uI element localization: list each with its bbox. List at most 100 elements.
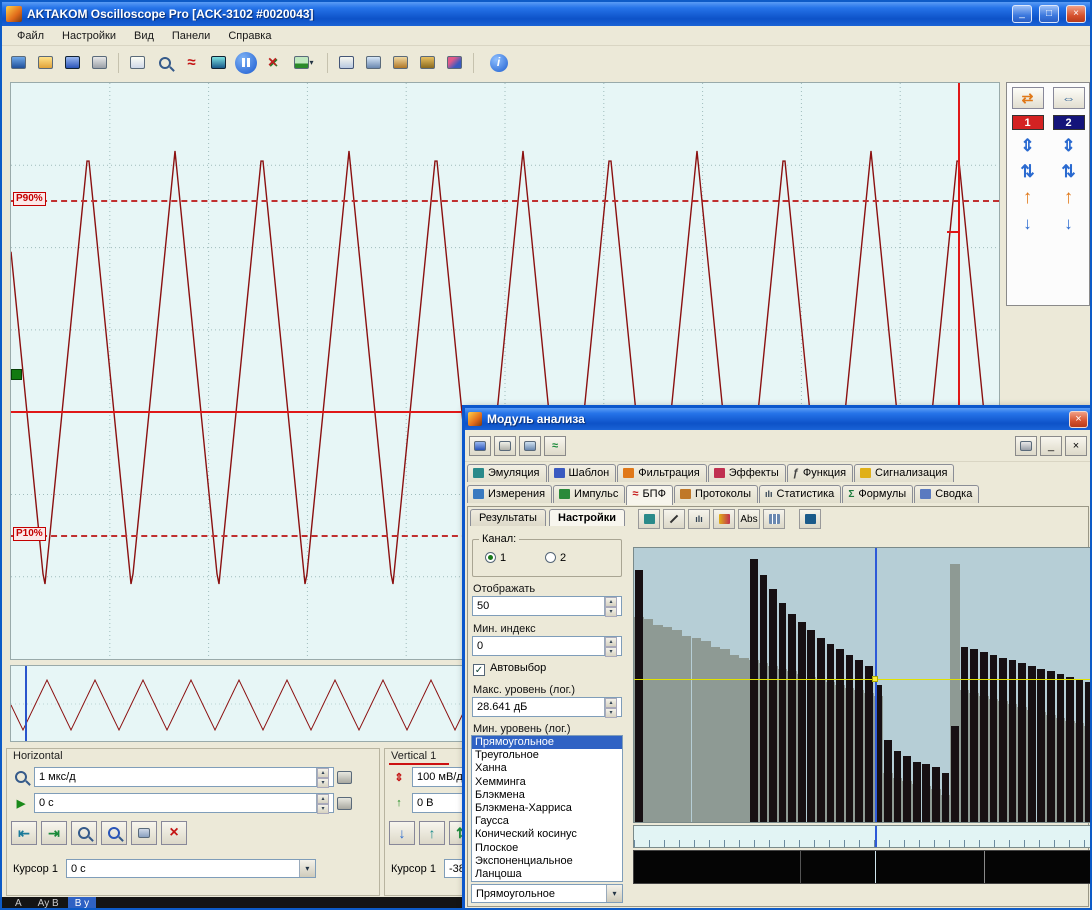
tab-emulation[interactable]: Эмуляция [467,464,547,482]
close-button[interactable]: × [1066,5,1086,23]
tab-protocols[interactable]: Протоколы [674,485,758,503]
connect-device-button[interactable] [6,50,31,75]
tab-summary[interactable]: Сводка [914,485,979,503]
display-count-spinner[interactable]: ▴▾ [604,597,617,615]
v-move-down-button[interactable]: ↓ [389,821,415,845]
combo-arrow-icon[interactable]: ▾ [299,860,315,877]
overview-cursor[interactable] [25,666,27,741]
minimize-button[interactable]: _ [1012,5,1032,23]
save-button[interactable] [60,50,85,75]
p90-marker-line[interactable] [11,200,999,202]
ch1-split-button[interactable]: ⇅ [1012,162,1044,182]
ch2-shift-down-button[interactable]: ↓ [1053,214,1085,234]
tab-effects[interactable]: Эффекты [708,464,786,482]
chart-menu-button[interactable]: ▾ [287,50,321,75]
ch2-scale-updown-button[interactable]: ⇕ [1053,136,1085,156]
min-index-spinner[interactable]: ▴▾ [604,637,617,655]
window-function-option[interactable]: Хемминга [472,776,622,789]
strip-frequency-cursor[interactable] [875,851,876,883]
fft-abs-button[interactable]: Abs [738,509,760,529]
window-function-option[interactable]: Экспоненциальное [472,855,622,868]
timebase-fine-icon[interactable] [337,771,352,784]
max-level-input[interactable]: 28.641 дБ ▴▾ [472,697,622,717]
channel2-button[interactable]: 2 [1053,115,1085,130]
dialog-link-button[interactable] [469,436,491,456]
tab-function[interactable]: ƒФункция [787,464,853,482]
subtab-results[interactable]: Результаты [470,509,546,526]
fft-level-cursor[interactable] [634,679,1092,680]
window-function-list[interactable]: Прямоугольное Треугольное Ханна Хемминга… [471,735,623,882]
image-panel-button[interactable] [442,50,467,75]
v-move-up-button[interactable]: ↑ [419,821,445,845]
maximize-button[interactable]: □ [1039,5,1059,23]
tab-statistics[interactable]: ılıСтатистика [759,485,841,503]
window-function-option[interactable]: Блэкмена [472,789,622,802]
window-function-option[interactable]: Конический косинус [472,828,622,841]
ch1-shift-up-button[interactable]: ↑ [1012,188,1044,208]
channel2-radio[interactable]: 2 [545,552,566,564]
fft-palette-button[interactable] [713,509,735,529]
window-function-option[interactable]: Ханна [472,762,622,775]
help-button[interactable]: i [486,50,511,75]
menu-help[interactable]: Справка [219,28,280,44]
ch2-shift-up-button[interactable]: ↑ [1053,188,1085,208]
settings-panel-button[interactable] [415,50,440,75]
fft-pen-button[interactable] [663,509,685,529]
display-count-input[interactable]: 50 ▴▾ [472,596,622,616]
open-file-button[interactable] [33,50,58,75]
fft-bars-button[interactable]: ılı [688,509,710,529]
max-level-spinner[interactable]: ▴▾ [604,698,617,716]
beam-tab-a-vs-b[interactable]: Ау В [31,897,66,910]
fft-spectrum-chart[interactable] [633,547,1092,823]
dialog-panel-button[interactable] [494,436,516,456]
pause-button[interactable] [233,50,258,75]
goto-start-button[interactable]: ⇤ [11,821,37,845]
zoom-fit-button[interactable] [101,821,127,845]
fft-display-button[interactable] [799,509,821,529]
window-function-option[interactable]: Гаусса [472,815,622,828]
window-function-option[interactable]: Плоское [472,842,622,855]
h-cursor-combobox[interactable]: 0 с ▾ [66,859,316,878]
window-function-option[interactable]: Блэкмена-Харриса [472,802,622,815]
tab-measurements[interactable]: Измерения [467,485,552,503]
tab-pulse[interactable]: Импульс [553,485,625,503]
ch1-scale-updown-button[interactable]: ⇕ [1012,136,1044,156]
autoselect-checkbox[interactable]: ✓Автовыбор [473,662,546,676]
dialog-print-button[interactable] [1015,436,1037,456]
signal-generator-button[interactable]: ≈ [179,50,204,75]
fft-table-button[interactable] [763,509,785,529]
channel1-radio[interactable]: 1 [485,552,506,564]
offset-fine-icon[interactable] [337,797,352,810]
window-function-option[interactable]: Прямоугольное [472,736,622,749]
fft-zoom-strip[interactable] [633,850,1092,884]
channel1-ground-marker[interactable] [11,369,22,380]
print-button[interactable] [87,50,112,75]
tab-fft[interactable]: ≈БПФ [626,485,673,505]
analysis-panel-button[interactable] [388,50,413,75]
offset-spinner[interactable]: ▴▾ [316,794,329,812]
dialog-spectrum-button[interactable]: ≈ [544,436,566,456]
display-settings-button[interactable] [206,50,231,75]
overview-frequency-cursor[interactable] [875,826,877,847]
mixer-button[interactable]: × [260,50,285,75]
ch1-shift-down-button[interactable]: ↓ [1012,214,1044,234]
timebase-spinner[interactable]: ▴▾ [316,768,329,786]
copy-protocol-button[interactable] [125,50,150,75]
info-panel-button[interactable] [334,50,359,75]
tab-template[interactable]: Шаблон [548,464,617,482]
window-function-option[interactable]: Ланцоша [472,868,622,881]
dialog-close-button2[interactable]: × [1065,436,1087,456]
fft-grid-button[interactable] [638,509,660,529]
preview-button[interactable] [152,50,177,75]
expand-button[interactable]: ⇔ [1053,87,1085,109]
dialog-probe-button[interactable] [519,436,541,456]
invert-button[interactable]: ⇄ [1012,87,1044,109]
tab-filtering[interactable]: Фильтрация [617,464,706,482]
fft-frequency-cursor[interactable] [875,548,877,822]
combo-arrow-icon[interactable]: ▾ [606,885,622,902]
beam-tab-a[interactable]: А [8,897,29,910]
tab-formulas[interactable]: ΣФормулы [842,485,913,503]
window-function-combobox[interactable]: Прямоугольное ▾ [471,884,623,903]
channel1-button[interactable]: 1 [1012,115,1044,130]
menu-panels[interactable]: Панели [163,28,219,44]
